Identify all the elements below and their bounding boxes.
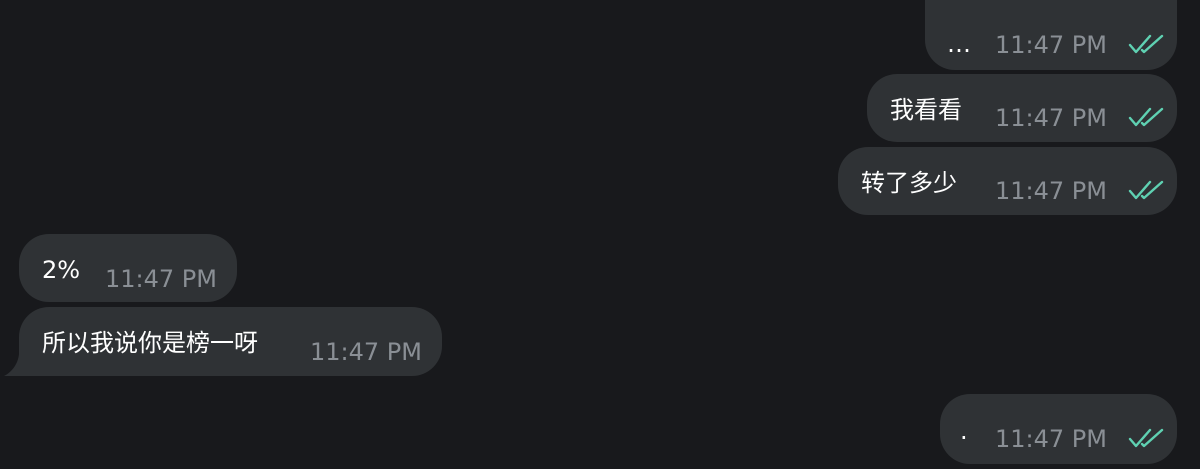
message-bubble-outgoing[interactable]: 我看看 11:47 PM [867,74,1177,142]
message-bubble-outgoing[interactable]: · 11:47 PM [940,394,1177,464]
message-text: 转了多少 [861,169,957,197]
message-timestamp: 11:47 PM [995,104,1107,132]
double-check-icon [1128,34,1164,54]
double-check-icon [1128,180,1164,200]
message-bubble-incoming[interactable]: 2% 11:47 PM [19,234,237,302]
message-timestamp: 11:47 PM [995,177,1107,205]
message-text: 所以我说你是榜一呀 [42,329,258,357]
message-text: 我看看 [890,96,962,124]
message-text: 2% [42,256,81,284]
message-text: … [947,30,971,58]
message-timestamp: 11:47 PM [995,425,1107,453]
message-text: · [960,424,968,452]
message-bubble-outgoing[interactable]: 转了多少 11:47 PM [838,147,1177,215]
message-timestamp: 11:47 PM [310,338,422,366]
message-bubble-incoming[interactable]: 所以我说你是榜一呀 11:47 PM [19,307,442,376]
double-check-icon [1128,107,1164,127]
message-timestamp: 11:47 PM [995,31,1107,59]
double-check-icon [1128,428,1164,448]
message-bubble-outgoing[interactable]: … 11:47 PM [925,0,1177,70]
message-timestamp: 11:47 PM [105,265,217,293]
bubble-tail [4,354,19,376]
